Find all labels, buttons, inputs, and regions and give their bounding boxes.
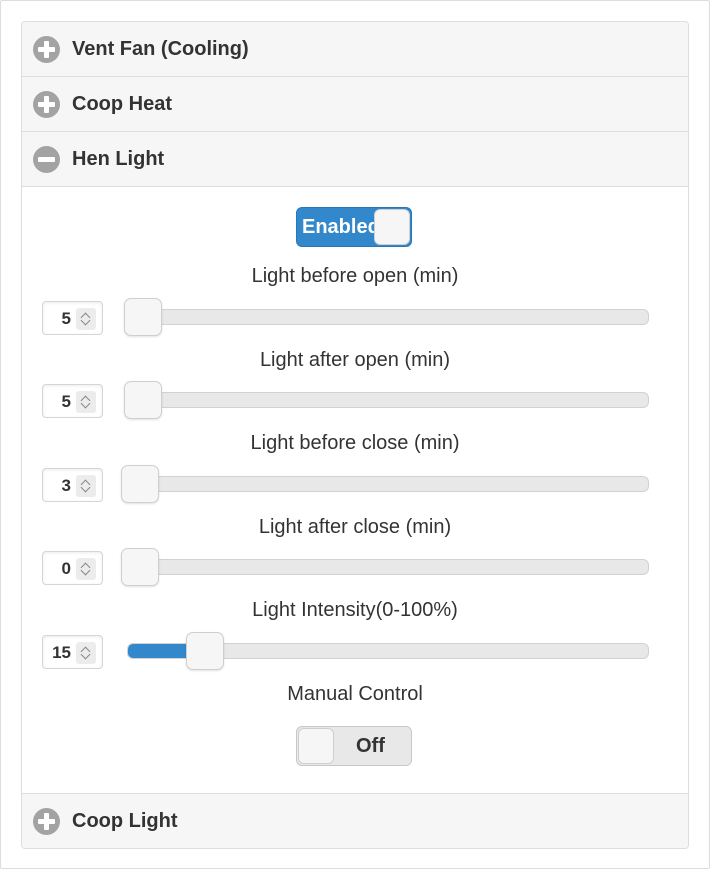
slider-label: Light Intensity(0-100%) bbox=[252, 599, 458, 621]
slider-track[interactable] bbox=[127, 309, 649, 325]
slider-handle[interactable] bbox=[121, 465, 159, 503]
number-input[interactable]: 15 bbox=[42, 635, 103, 669]
spinner-arrows-icon[interactable] bbox=[76, 558, 96, 580]
number-input[interactable]: 0 bbox=[42, 551, 103, 585]
number-input[interactable]: 3 bbox=[42, 468, 103, 502]
enabled-toggle[interactable]: Enabled bbox=[296, 207, 412, 247]
section-title: Coop Heat bbox=[72, 92, 172, 115]
slider-label: Light before open (min) bbox=[251, 265, 459, 287]
slider-label: Light after close (min) bbox=[258, 516, 452, 538]
section-title: Coop Light bbox=[72, 809, 178, 832]
manual-control-label: Manual Control bbox=[287, 683, 423, 705]
number-value: 3 bbox=[61, 476, 71, 495]
spinner-arrows-icon[interactable] bbox=[76, 475, 96, 497]
section-header-hen-light[interactable]: Hen Light bbox=[22, 132, 688, 187]
spinner-arrows-icon[interactable] bbox=[76, 391, 96, 413]
spinner-arrows-icon[interactable] bbox=[76, 642, 96, 664]
settings-accordion: Vent Fan (Cooling) Coop Heat Hen Light E… bbox=[21, 21, 689, 849]
hen-light-panel: Enabled Light before open (min) 5 Light … bbox=[22, 187, 688, 794]
slider-label: Light after open (min) bbox=[259, 349, 451, 371]
toggle-handle[interactable] bbox=[298, 728, 334, 764]
number-value: 0 bbox=[61, 559, 71, 578]
number-value: 5 bbox=[61, 309, 71, 328]
section-header-coop-heat[interactable]: Coop Heat bbox=[22, 77, 688, 132]
manual-control-toggle-label: Off bbox=[356, 735, 385, 757]
plus-circle-icon bbox=[33, 36, 60, 63]
number-input[interactable]: 5 bbox=[42, 384, 103, 418]
slider-track[interactable] bbox=[127, 559, 649, 575]
number-value: 5 bbox=[61, 392, 71, 411]
section-header-coop-light[interactable]: Coop Light bbox=[22, 794, 688, 848]
manual-control-toggle[interactable]: Off bbox=[296, 726, 412, 766]
slider-handle[interactable] bbox=[123, 381, 162, 419]
slider-track[interactable] bbox=[127, 392, 649, 408]
slider-handle[interactable] bbox=[186, 632, 225, 670]
slider-track[interactable] bbox=[127, 476, 649, 492]
section-title: Hen Light bbox=[72, 147, 165, 170]
section-title: Vent Fan (Cooling) bbox=[72, 37, 249, 60]
enabled-toggle-label: Enabled bbox=[302, 216, 380, 238]
number-input[interactable]: 5 bbox=[42, 301, 103, 335]
minus-circle-icon bbox=[33, 146, 60, 173]
number-value: 15 bbox=[52, 643, 71, 662]
toggle-handle[interactable] bbox=[374, 209, 410, 245]
plus-circle-icon bbox=[33, 91, 60, 118]
slider-handle[interactable] bbox=[121, 548, 159, 586]
section-header-vent-fan[interactable]: Vent Fan (Cooling) bbox=[22, 22, 688, 77]
slider-label: Light before close (min) bbox=[250, 432, 460, 454]
spinner-arrows-icon[interactable] bbox=[76, 308, 96, 330]
plus-circle-icon bbox=[33, 808, 60, 835]
slider-handle[interactable] bbox=[123, 298, 162, 336]
